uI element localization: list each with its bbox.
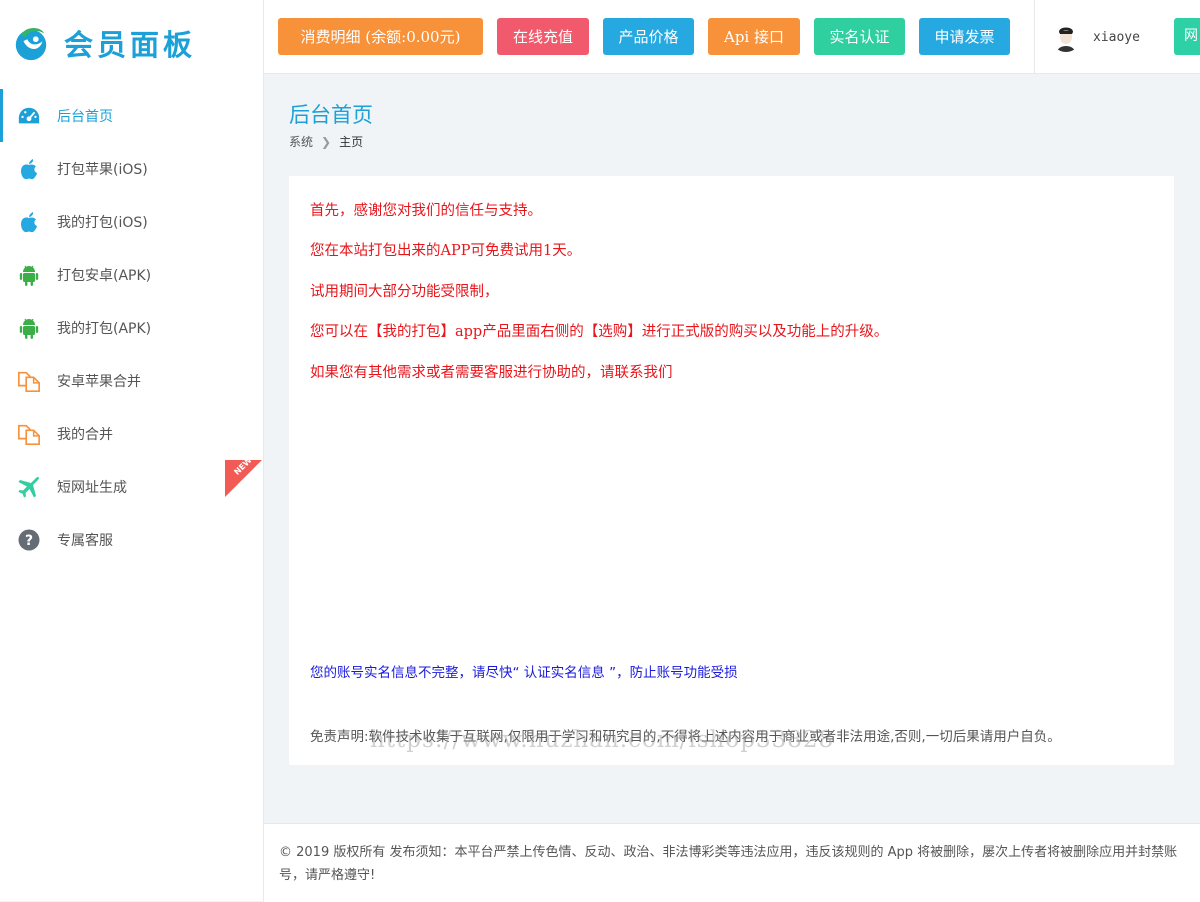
sidebar-item-label: 后台首页 [57, 108, 113, 125]
breadcrumb-item-system[interactable]: 系统 [289, 133, 313, 150]
page-title: 后台首页 [289, 103, 373, 127]
sidebar-item-my-merge[interactable]: 我的合并 [0, 407, 263, 460]
sidebar-item-label: 打包苹果(iOS) [57, 161, 148, 178]
sidebar-item-pack-ios[interactable]: 打包苹果(iOS) [0, 142, 263, 195]
svg-text:?: ? [25, 533, 33, 549]
disclaimer-text: 免责声明:软件技术收集于互联网,仅限用于学习和研究目的,不得将上述内容用于商业或… [310, 729, 1061, 745]
apple-icon [17, 210, 41, 234]
android-icon [17, 263, 41, 287]
verification-link[interactable]: 您的账号实名信息不完整，请尽快“ 认证实名信息 ”，防止账号功能受损 [310, 661, 738, 681]
sidebar-item-label: 专属客服 [57, 532, 113, 549]
breadcrumb: 系统 ❯ 主页 [289, 133, 363, 150]
logo-text: 会员面板 [64, 27, 197, 62]
username[interactable]: xiaoye [1093, 30, 1140, 45]
copy-icon [17, 369, 41, 393]
user-avatar-icon [1051, 22, 1081, 52]
chevron-right-icon: ❯ [321, 134, 332, 149]
notice-line: 如果您有其他需求或者需要客服进行协助的，请联系我们 [310, 365, 673, 381]
topbar: 消费明细 (余额:0.00元) 在线充值 产品价格 Api 接口 实名认证 申请… [264, 0, 1200, 74]
sidebar-item-home[interactable]: 后台首页 [0, 89, 263, 142]
apple-icon [17, 157, 41, 181]
notice-line: 您可以在【我的打包】app产品里面右侧的【选购】进行正式版的购买以及功能上的升级… [310, 324, 889, 340]
recharge-button[interactable]: 在线充值 [497, 18, 589, 55]
notice-line: 首先，感谢您对我们的信任与支持。 [310, 203, 542, 219]
sidebar-item-label: 我的打包(iOS) [57, 214, 148, 231]
avatar[interactable] [1051, 22, 1081, 52]
notice-card: 首先，感谢您对我们的信任与支持。 您在本站打包出来的APP可免费试用1天。 试用… [289, 176, 1174, 765]
sidebar-item-label: 短网址生成 [57, 479, 127, 496]
logo-icon [15, 27, 47, 60]
android-icon [17, 316, 41, 340]
sidebar-item-label: 我的合并 [57, 426, 113, 443]
sidebar-nav: 后台首页 打包苹果(iOS) 我的打包(iOS) 打包安卓(APK) 我的打包(… [0, 89, 263, 566]
verification-button[interactable]: 实名认证 [814, 18, 905, 55]
plane-icon [17, 475, 41, 499]
sidebar: 会员面板 后台首页 打包苹果(iOS) 我的打包(iOS) 打包安卓(APK) … [0, 0, 264, 901]
sidebar-item-short-url[interactable]: 短网址生成 NEW [0, 460, 263, 513]
footer: © 2019 版权所有 发布须知：本平台严禁上传色情、反动、政治、非法博彩类等违… [264, 823, 1200, 902]
api-button[interactable]: Api 接口 [708, 18, 800, 55]
sidebar-item-pack-apk[interactable]: 打包安卓(APK) [0, 248, 263, 301]
copy-icon [17, 422, 41, 446]
sidebar-item-label: 我的打包(APK) [57, 320, 152, 337]
logo[interactable]: 会员面板 [0, 0, 263, 85]
question-icon: ? [17, 528, 41, 552]
pricing-button[interactable]: 产品价格 [603, 18, 694, 55]
sidebar-item-my-pack-ios[interactable]: 我的打包(iOS) [0, 195, 263, 248]
footer-text: © 2019 版权所有 发布须知：本平台严禁上传色情、反动、政治、非法博彩类等违… [279, 845, 1178, 883]
dashboard-icon [17, 104, 41, 128]
sidebar-item-my-pack-apk[interactable]: 我的打包(APK) [0, 301, 263, 354]
invoice-button[interactable]: 申请发票 [919, 18, 1010, 55]
breadcrumb-item-home: 主页 [339, 135, 364, 149]
billing-details-button[interactable]: 消费明细 (余额:0.00元) [278, 18, 483, 55]
sidebar-item-label: 安卓苹果合并 [57, 373, 141, 390]
notice-line: 试用期间大部分功能受限制， [310, 284, 499, 300]
new-badge: NEW [225, 460, 262, 497]
sidebar-item-label: 打包安卓(APK) [57, 267, 152, 284]
sidebar-item-support[interactable]: ? 专属客服 [0, 513, 263, 566]
user-menu[interactable]: xiaoye 网 [1034, 0, 1200, 73]
notice-line: 您在本站打包出来的APP可免费试用1天。 [310, 243, 582, 259]
sidebar-item-merge[interactable]: 安卓苹果合并 [0, 354, 263, 407]
website-button[interactable]: 网 [1174, 18, 1200, 55]
